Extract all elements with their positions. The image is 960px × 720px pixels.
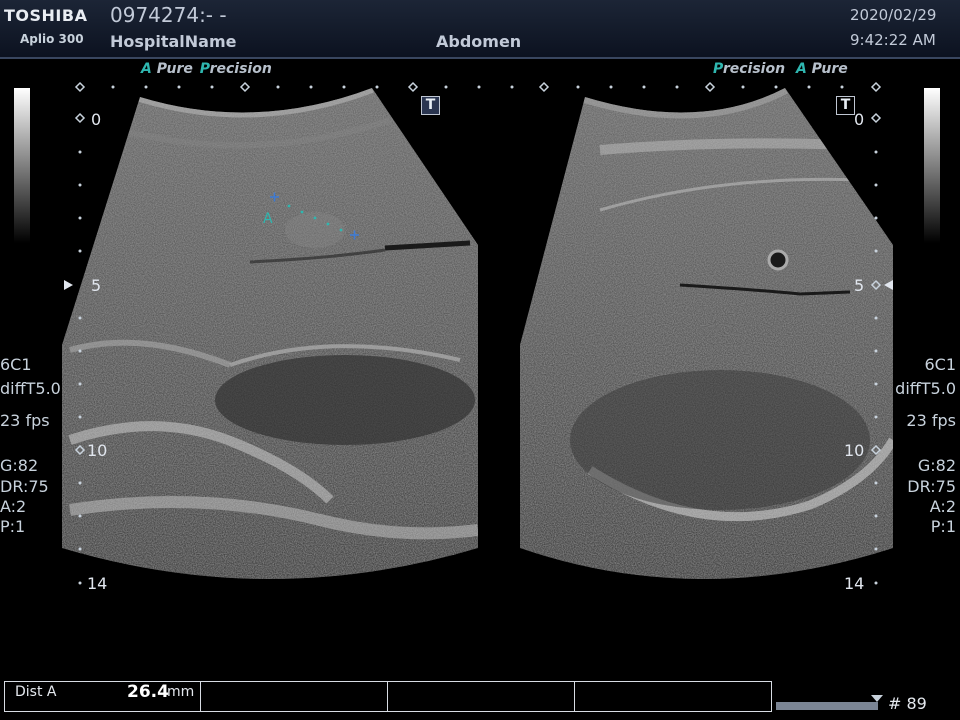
left-depth-5: 5	[91, 276, 102, 295]
right-depth-10: 10	[844, 441, 865, 460]
left-dynamic-range: DR:75	[0, 477, 49, 496]
left-persistence: P:1	[0, 517, 26, 536]
left-probe: 6C1	[0, 355, 32, 374]
left-depth-14: 14	[87, 574, 108, 593]
lateral-scale	[111, 85, 844, 89]
mode-pure-text: Pure	[156, 61, 193, 77]
left-active-image-marker[interactable]: T	[421, 96, 440, 115]
right-depth-14: 14	[844, 574, 865, 593]
left-ultrasound-sector	[62, 88, 478, 579]
measurement-cell-empty	[388, 682, 575, 711]
mode-precision-text: recision	[722, 61, 786, 77]
measurement-table: Dist A 26.4 mm	[4, 681, 772, 712]
measurement-value: 26.4	[127, 682, 169, 702]
right-preset: diffT5.0	[895, 379, 956, 398]
left-preset: diffT5.0	[0, 379, 61, 398]
mode-pure-text: Pure	[811, 61, 848, 77]
mode-p-letter: P	[713, 61, 723, 77]
frame-number: # 89	[888, 694, 927, 713]
left-depth-0: 0	[91, 110, 102, 129]
right-ultrasound-sector	[520, 88, 893, 579]
left-acoustic-power: A:2	[0, 497, 27, 516]
cine-position-marker[interactable]	[870, 694, 884, 704]
measurement-unit: mm	[167, 684, 195, 700]
mode-a-letter: A	[795, 61, 807, 77]
mode-a-letter: A	[141, 61, 152, 77]
right-mode-label: Precision A Pure	[713, 61, 848, 77]
left-depth-10: 10	[87, 441, 108, 460]
right-depth-0: 0	[854, 110, 865, 129]
left-focus-marker	[64, 280, 73, 290]
mode-p-letter: P	[199, 61, 210, 77]
mode-precision-text: recision	[209, 61, 272, 77]
left-mode-label: A Pure Precision	[141, 61, 272, 77]
cine-scroll-bar[interactable]	[776, 702, 878, 710]
left-grayscale-bar	[14, 88, 30, 243]
left-frame-rate: 23 fps	[0, 411, 50, 430]
right-acoustic-power: A:2	[929, 497, 956, 516]
right-depth-5: 5	[854, 276, 865, 295]
measurement-cell-empty	[575, 682, 771, 711]
right-frame-rate: 23 fps	[906, 411, 956, 430]
measurement-cell-empty	[201, 682, 388, 711]
ultrasound-images	[14, 81, 940, 585]
caliper-label: A	[263, 211, 273, 227]
measurement-label: Dist A	[15, 684, 57, 700]
right-image-marker[interactable]: T	[836, 96, 855, 115]
right-grayscale-bar	[924, 88, 940, 243]
right-probe: 6C1	[924, 355, 956, 374]
right-dynamic-range: DR:75	[907, 477, 956, 496]
right-persistence: P:1	[930, 517, 956, 536]
left-gain: G:82	[0, 456, 39, 475]
measurement-cell-dist-a[interactable]: Dist A 26.4 mm	[5, 682, 201, 711]
right-gain: G:82	[917, 456, 956, 475]
